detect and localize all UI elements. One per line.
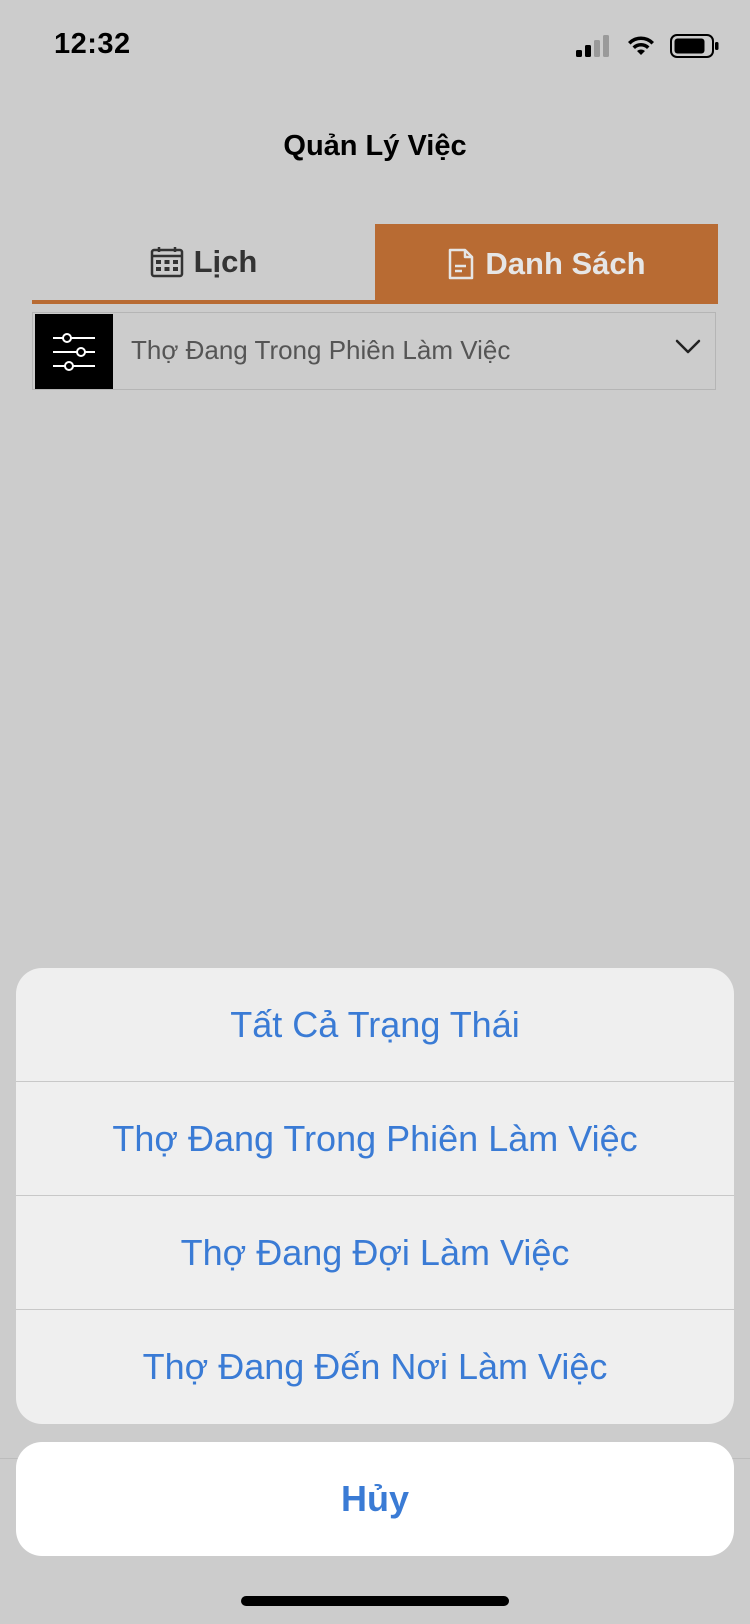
- battery-icon: [670, 34, 719, 58]
- status-filter-dropdown[interactable]: Thợ Đang Trong Phiên Làm Việc: [32, 312, 716, 390]
- cancel-button[interactable]: Hủy: [16, 1442, 734, 1556]
- chevron-down-icon: [675, 339, 701, 354]
- page-title: Quản Lý Việc: [283, 130, 467, 162]
- action-option-on-the-way[interactable]: Thợ Đang Đến Nơi Làm Việc: [16, 1310, 734, 1424]
- tab-danh-sach-label: Danh Sách: [485, 246, 646, 281]
- tab-underline: [32, 300, 375, 304]
- document-icon: [449, 248, 474, 280]
- tab-danh-sach[interactable]: Danh Sách: [375, 224, 718, 304]
- action-option-in-session[interactable]: Thợ Đang Trong Phiên Làm Việc: [16, 1082, 734, 1196]
- view-tabs: Lịch Danh Sách: [32, 224, 718, 304]
- tab-lich-label: Lịch: [193, 244, 258, 279]
- action-option-waiting[interactable]: Thợ Đang Đợi Làm Việc: [16, 1196, 734, 1310]
- calendar-icon: [150, 247, 183, 278]
- status-time: 12:32: [54, 28, 131, 60]
- filter-selected-value: Thợ Đang Trong Phiên Làm Việc: [131, 335, 511, 365]
- action-option-all-status[interactable]: Tất Cả Trạng Thái: [16, 968, 734, 1082]
- status-bar: 12:32: [0, 0, 750, 96]
- cellular-signal-icon: [576, 35, 609, 57]
- wifi-icon: [628, 36, 654, 55]
- home-indicator: [241, 1596, 509, 1606]
- action-sheet: Tất Cả Trạng Thái Thợ Đang Trong Phiên L…: [16, 968, 734, 1424]
- filter-icon-box: [35, 314, 113, 389]
- status-icons: [576, 32, 720, 60]
- sliders-icon: [53, 332, 95, 371]
- tab-lich[interactable]: Lịch: [32, 224, 375, 300]
